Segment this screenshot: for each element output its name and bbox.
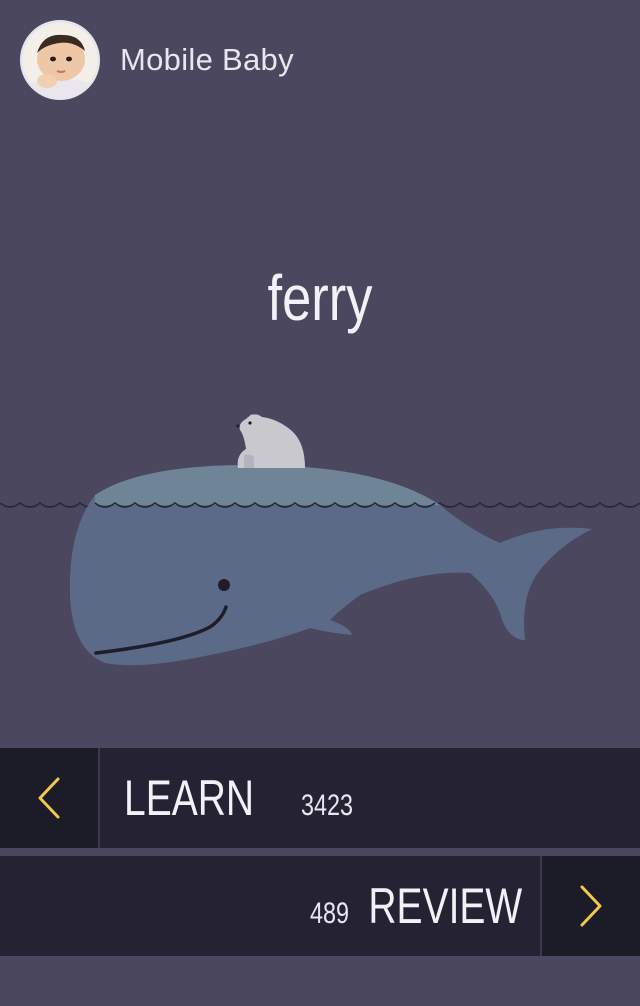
polar-bear [236, 414, 305, 468]
chevron-left-icon [38, 777, 60, 819]
baby-photo [23, 23, 97, 97]
next-button[interactable] [540, 856, 640, 956]
chevron-right-icon [580, 885, 602, 927]
whale-eye [218, 579, 230, 591]
review-label: REVIEW [368, 878, 522, 934]
profile-header[interactable]: Mobile Baby [20, 20, 294, 100]
avatar[interactable] [20, 20, 100, 100]
learn-bar[interactable]: LEARN 3423 [0, 748, 640, 848]
prev-button[interactable] [0, 748, 100, 848]
learn-label: LEARN [124, 770, 255, 826]
learn-count: 3423 [300, 789, 353, 822]
profile-name: Mobile Baby [120, 42, 294, 77]
flashcard-word: ferry [267, 262, 373, 334]
review-bar[interactable]: 489 REVIEW [0, 856, 640, 956]
whale-bear-illustration [0, 414, 640, 666]
whale-back [95, 465, 440, 505]
review-count: 489 [309, 897, 349, 930]
learn-button[interactable]: LEARN 3423 [100, 769, 367, 827]
review-button[interactable]: 489 REVIEW [0, 877, 540, 935]
